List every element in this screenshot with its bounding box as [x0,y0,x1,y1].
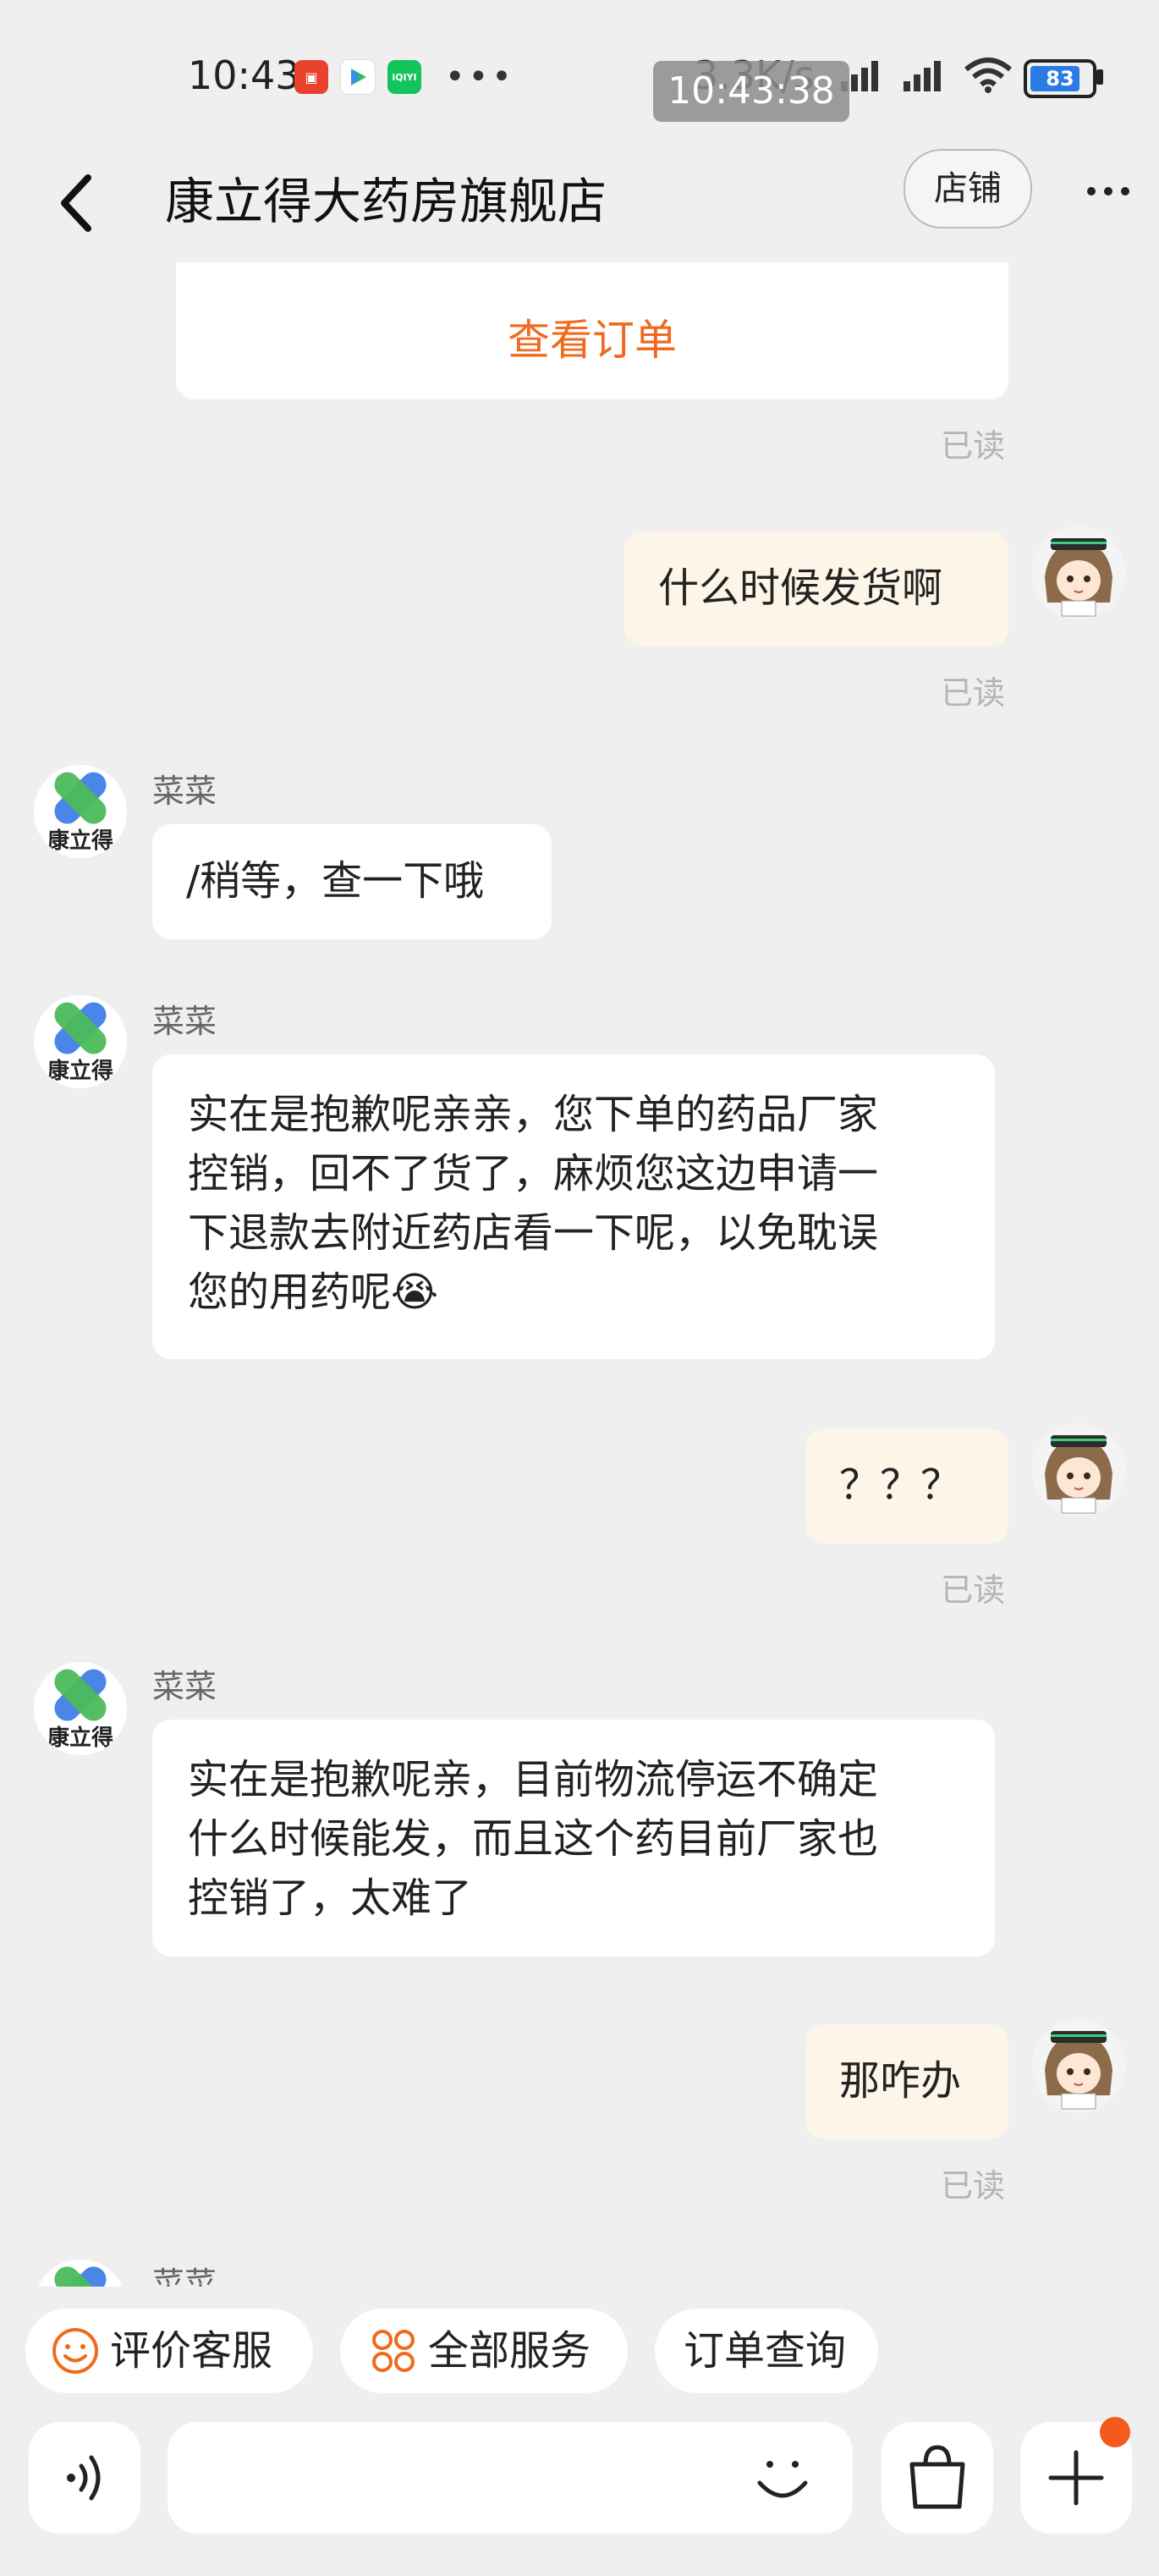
voice-button[interactable] [29,2422,140,2534]
status-bar: 10:43 ▣ iQIYI ••• 3.3K/s 83 10:43:38 [0,0,1159,144]
more-notifications-icon: ••• [445,58,515,96]
read-receipt: 已读 [941,674,1006,712]
notification-app-icon: ▣ [294,60,328,94]
page-title: 康立得大药房旗舰店 [165,173,607,230]
message-line: 控销了，太难了 [188,1874,473,1922]
sender-name: 菜菜 [152,2265,217,2287]
pharmacy-logo-icon: 康立得 [34,995,127,1088]
signal-hd-2-icon [904,61,941,91]
anime-girl-avatar-icon [1032,1423,1125,1516]
message-line: 您的用药呢 [188,1269,392,1316]
all-services-button[interactable]: 全部服务 [340,2309,628,2393]
all-services-label: 全部服务 [428,2327,591,2375]
back-arrow-icon[interactable] [44,161,112,245]
rate-service-label: 评价客服 [110,2327,273,2375]
my-message-bubble[interactable]: 什么时候发货啊 [624,531,1008,647]
time-overlay: 10:43:38 [653,61,849,122]
svg-text:康立得: 康立得 [47,828,113,854]
partial-message-row: 菜菜 [0,2251,1159,2287]
svg-text:康立得: 康立得 [47,1725,113,1751]
message-input[interactable] [168,2422,853,2534]
user-avatar[interactable] [1032,526,1125,619]
status-time: 10:43 [188,52,300,98]
chat-header: 康立得大药房旗舰店 店铺 [0,144,1159,262]
message-line: 什么时候能发，而且这个药目前厂家也 [188,1815,879,1863]
message-line: 下退款去附近药店看一下呢，以免耽误 [188,1209,879,1257]
my-message-bubble[interactable]: 那咋办 [805,2024,1008,2139]
shop-button[interactable]: 店铺 [904,149,1032,228]
shop-avatar[interactable]: 康立得 [34,1662,127,1755]
read-receipt: 已读 [941,2167,1006,2204]
order-query-label: 订单查询 [684,2327,847,2375]
battery-icon: 83 [1024,59,1096,98]
shop-message-bubble[interactable]: /稍等，查一下哦 [152,824,552,939]
quick-actions-bar: 评价客服 全部服务 订单查询 [0,2309,1159,2402]
shop-avatar[interactable]: 康立得 [34,765,127,858]
emoji-icon[interactable] [744,2441,821,2517]
message-text: /稍等，查一下哦 [186,857,485,905]
input-bar [0,2417,1159,2540]
read-receipt: 已读 [941,427,1006,465]
anime-girl-avatar-icon [1032,526,1125,619]
notification-dot [1100,2417,1130,2447]
pharmacy-logo-icon: 康立得 [34,765,127,858]
shopping-bag-icon [909,2445,965,2509]
pharmacy-logo-icon: 康立得 [34,1662,127,1755]
anime-girl-avatar-icon [1032,2019,1125,2112]
shop-message-bubble[interactable]: 实在是抱歉呢亲，目前物流停运不确定 什么时候能发，而且这个药目前厂家也 控销了，… [152,1720,995,1957]
pharmacy-logo-icon [34,2260,127,2287]
message-line: 实在是抱歉呢亲亲，您下单的药品厂家 [188,1091,879,1138]
user-avatar[interactable] [1032,1423,1125,1516]
status-app-icons: ▣ iQIYI ••• [294,59,515,95]
shop-avatar[interactable]: 康立得 [34,995,127,1088]
message-line: 实在是抱歉呢亲，目前物流停运不确定 [188,1756,879,1803]
crying-emoji-icon: 😭 [391,1269,439,1316]
video-app-icon [340,59,376,95]
message-text: 那咋办 [839,2057,962,2105]
wifi-icon [964,58,1012,93]
view-order-link[interactable]: 查看订单 [176,306,1008,367]
smiley-icon [52,2328,98,2374]
svg-text:康立得: 康立得 [47,1058,113,1084]
order-card: 查看订单 [176,262,1008,399]
shop-message-bubble[interactable]: 实在是抱歉呢亲亲，您下单的药品厂家 控销，回不了货了，麻烦您这边申请一 下退款去… [152,1054,995,1359]
sender-name: 菜菜 [152,773,217,810]
shopping-bag-button[interactable] [882,2422,993,2534]
order-query-button[interactable]: 订单查询 [655,2309,878,2393]
battery-level: 83 [1046,67,1074,91]
services-grid-icon [372,2330,415,2372]
sender-name: 菜菜 [152,1003,217,1040]
message-text: 什么时候发货啊 [658,564,943,612]
more-options-icon[interactable] [1083,174,1134,208]
message-text: ？？？ [839,1461,962,1509]
read-receipt: 已读 [941,1571,1006,1609]
signal-icons [838,56,1013,93]
my-message-bubble[interactable]: ？？？ [805,1428,1008,1544]
sender-name: 菜菜 [152,1668,217,1705]
shop-avatar[interactable] [34,2260,127,2287]
voice-icon [67,2455,101,2501]
user-avatar[interactable] [1032,2019,1125,2112]
rate-service-button[interactable]: 评价客服 [25,2309,313,2393]
message-line: 控销，回不了货了，麻烦您这边申请一 [188,1150,879,1197]
iqiyi-app-icon: iQIYI [387,60,421,94]
